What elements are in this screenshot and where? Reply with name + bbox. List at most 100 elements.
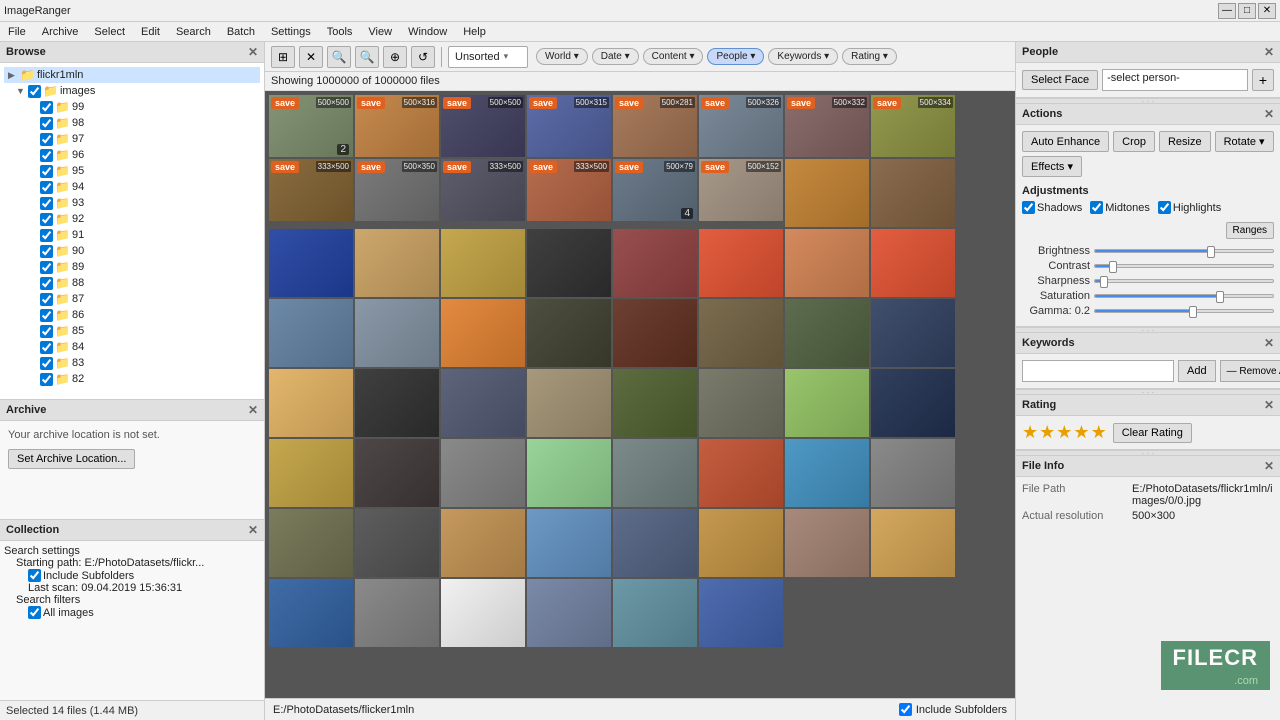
tree-item-98[interactable]: 📁98 bbox=[4, 115, 260, 131]
image-thumbnail[interactable] bbox=[785, 439, 869, 507]
image-thumbnail[interactable] bbox=[355, 369, 439, 437]
add-person-button[interactable]: + bbox=[1252, 69, 1274, 91]
tree-item-96[interactable]: 📁96 bbox=[4, 147, 260, 163]
tree-item-88[interactable]: 📁88 bbox=[4, 275, 260, 291]
action-auto-enhance-button[interactable]: Auto Enhance bbox=[1022, 131, 1109, 152]
image-thumbnail[interactable] bbox=[871, 299, 955, 367]
menu-item-window[interactable]: Window bbox=[404, 26, 451, 38]
image-thumbnail[interactable] bbox=[269, 579, 353, 647]
menu-item-archive[interactable]: Archive bbox=[38, 26, 83, 38]
star-1[interactable]: ★ bbox=[1022, 422, 1038, 443]
tree-item-85[interactable]: 📁85 bbox=[4, 323, 260, 339]
star-2[interactable]: ★ bbox=[1039, 422, 1055, 443]
image-thumbnail[interactable] bbox=[441, 439, 525, 507]
image-thumbnail[interactable]: save333×500 bbox=[441, 159, 525, 221]
action-crop-button[interactable]: Crop bbox=[1113, 131, 1155, 152]
image-thumbnail[interactable]: save333×500 bbox=[527, 159, 611, 221]
ranges-button[interactable]: Ranges bbox=[1226, 222, 1274, 239]
image-thumbnail[interactable] bbox=[699, 439, 783, 507]
image-thumbnail[interactable]: save500×281 bbox=[613, 95, 697, 157]
image-thumbnail[interactable] bbox=[785, 509, 869, 577]
tree-item-95[interactable]: 📁95 bbox=[4, 163, 260, 179]
tree-item-92[interactable]: 📁92 bbox=[4, 211, 260, 227]
filter-chip-world--[interactable]: World ▾ bbox=[536, 48, 588, 65]
action-resize-button[interactable]: Resize bbox=[1159, 131, 1211, 152]
save-button[interactable]: save bbox=[615, 161, 643, 173]
tree-item-84[interactable]: 📁84 bbox=[4, 339, 260, 355]
rating-close-button[interactable]: ✕ bbox=[1264, 398, 1274, 412]
set-archive-button[interactable]: Set Archive Location... bbox=[8, 449, 135, 469]
tree-item-93[interactable]: 📁93 bbox=[4, 195, 260, 211]
person-select[interactable]: -select person- bbox=[1102, 69, 1248, 91]
actions-close-button[interactable]: ✕ bbox=[1264, 107, 1274, 121]
keywords-close-button[interactable]: ✕ bbox=[1264, 336, 1274, 350]
image-thumbnail[interactable]: save500×316 bbox=[355, 95, 439, 157]
menu-item-file[interactable]: File bbox=[4, 26, 30, 38]
filter-chip-content--[interactable]: Content ▾ bbox=[643, 48, 704, 65]
image-thumbnail[interactable] bbox=[269, 509, 353, 577]
slider-track[interactable] bbox=[1094, 279, 1274, 283]
image-thumbnail[interactable] bbox=[871, 369, 955, 437]
action-rotate---button[interactable]: Rotate ▾ bbox=[1215, 131, 1274, 152]
image-thumbnail[interactable]: save500×794 bbox=[613, 159, 697, 221]
slider-track[interactable] bbox=[1094, 249, 1274, 253]
image-thumbnail[interactable] bbox=[871, 159, 955, 227]
image-thumbnail[interactable] bbox=[355, 229, 439, 297]
image-thumbnail[interactable] bbox=[699, 369, 783, 437]
tree-item-root[interactable]: ▶📁flickr1mln bbox=[4, 67, 260, 83]
image-thumbnail[interactable]: save500×334 bbox=[871, 95, 955, 157]
image-thumbnail[interactable] bbox=[527, 509, 611, 577]
image-thumbnail[interactable] bbox=[441, 229, 525, 297]
menu-item-settings[interactable]: Settings bbox=[267, 26, 315, 38]
image-thumbnail[interactable] bbox=[355, 299, 439, 367]
tree-item-91[interactable]: 📁91 bbox=[4, 227, 260, 243]
save-button[interactable]: save bbox=[615, 97, 643, 109]
file-info-close-button[interactable]: ✕ bbox=[1264, 459, 1274, 473]
include-subfolders-checkbox[interactable]: Include Subfolders bbox=[899, 703, 1007, 716]
keywords-input[interactable] bbox=[1022, 360, 1174, 382]
archive-close-button[interactable]: ✕ bbox=[248, 403, 258, 417]
adj-check-highlights[interactable]: Highlights bbox=[1158, 201, 1221, 214]
save-button[interactable]: save bbox=[357, 97, 385, 109]
image-thumbnail[interactable] bbox=[613, 229, 697, 297]
tree-item-86[interactable]: 📁86 bbox=[4, 307, 260, 323]
save-button[interactable]: save bbox=[357, 161, 385, 173]
image-thumbnail[interactable] bbox=[699, 579, 783, 647]
image-thumbnail[interactable] bbox=[871, 229, 955, 297]
tree-item-83[interactable]: 📁83 bbox=[4, 355, 260, 371]
image-thumbnail[interactable]: save500×332 bbox=[785, 95, 869, 157]
image-thumbnail[interactable] bbox=[699, 229, 783, 297]
save-button[interactable]: save bbox=[529, 97, 557, 109]
image-thumbnail[interactable]: save500×152 bbox=[699, 159, 783, 221]
adj-check-midtones[interactable]: Midtones bbox=[1090, 201, 1150, 214]
star-3[interactable]: ★ bbox=[1056, 422, 1072, 443]
save-button[interactable]: save bbox=[271, 97, 299, 109]
image-thumbnail[interactable] bbox=[269, 299, 353, 367]
star-4[interactable]: ★ bbox=[1073, 422, 1089, 443]
tree-item-94[interactable]: 📁94 bbox=[4, 179, 260, 195]
image-thumbnail[interactable]: save500×350 bbox=[355, 159, 439, 221]
menu-item-view[interactable]: View bbox=[364, 26, 396, 38]
image-thumbnail[interactable] bbox=[613, 509, 697, 577]
image-thumbnail[interactable] bbox=[613, 369, 697, 437]
refresh-button[interactable]: ↺ bbox=[411, 46, 435, 68]
clear-button[interactable]: ✕ bbox=[299, 46, 323, 68]
filter-chip-rating--[interactable]: Rating ▾ bbox=[842, 48, 897, 65]
image-thumbnail[interactable] bbox=[613, 439, 697, 507]
image-thumbnail[interactable] bbox=[527, 369, 611, 437]
image-thumbnail[interactable] bbox=[269, 439, 353, 507]
menu-item-batch[interactable]: Batch bbox=[223, 26, 259, 38]
image-thumbnail[interactable]: save500×5002 bbox=[269, 95, 353, 157]
window-controls[interactable]: — □ ✕ bbox=[1218, 3, 1276, 19]
image-thumbnail[interactable] bbox=[355, 579, 439, 647]
zoom-out-button[interactable]: 🔍 bbox=[327, 46, 351, 68]
save-button[interactable]: save bbox=[443, 161, 471, 173]
include-subfolders-input[interactable] bbox=[899, 703, 912, 716]
action-effects---button[interactable]: Effects ▾ bbox=[1022, 156, 1082, 177]
tree-item-99[interactable]: 📁99 bbox=[4, 99, 260, 115]
image-thumbnail[interactable] bbox=[441, 369, 525, 437]
save-button[interactable]: save bbox=[701, 97, 729, 109]
people-close-button[interactable]: ✕ bbox=[1264, 45, 1274, 59]
save-button[interactable]: save bbox=[787, 97, 815, 109]
clear-rating-button[interactable]: Clear Rating bbox=[1113, 423, 1192, 443]
